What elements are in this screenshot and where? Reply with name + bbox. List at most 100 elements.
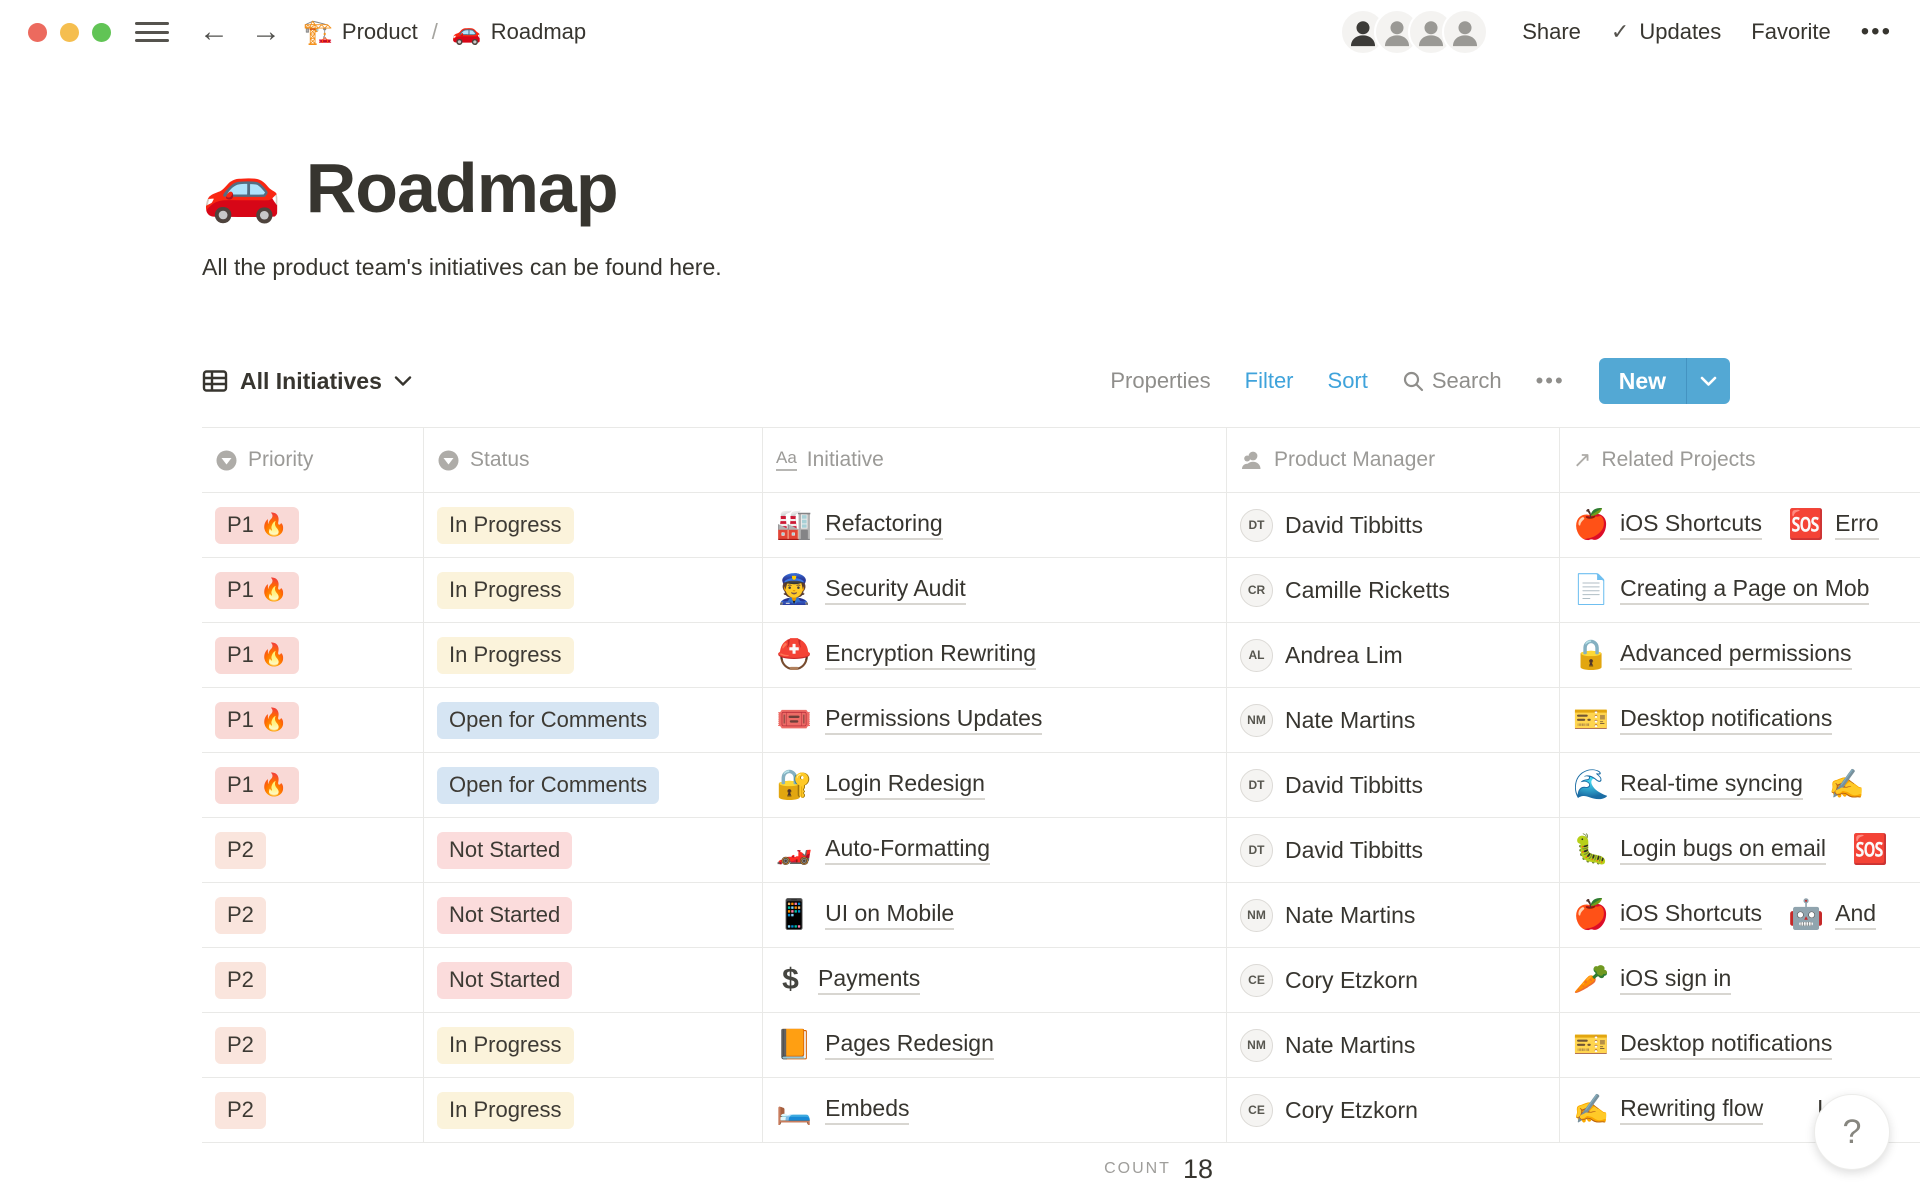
initiative-cell[interactable]: 🎟️Permissions Updates xyxy=(763,688,1227,752)
initiative-link[interactable]: Login Redesign xyxy=(825,770,985,800)
initiative-cell[interactable]: 🛏️Embeds xyxy=(763,1078,1227,1142)
initiative-link[interactable]: Auto-Formatting xyxy=(825,835,990,865)
share-button[interactable]: Share xyxy=(1522,19,1581,45)
status-cell[interactable]: In Progress xyxy=(424,558,763,622)
priority-cell[interactable]: P2 xyxy=(202,883,424,947)
initiative-link[interactable]: Pages Redesign xyxy=(825,1030,994,1060)
column-header-initiative[interactable]: Aa Initiative xyxy=(763,428,1227,492)
new-button-dropdown[interactable] xyxy=(1687,358,1730,404)
related-projects-cell[interactable]: 🐛Login bugs on email🆘 xyxy=(1560,818,1920,882)
related-project-link[interactable]: 🔒Advanced permissions xyxy=(1573,640,1852,670)
zoom-window-button[interactable] xyxy=(92,23,111,42)
initiative-cell[interactable]: 👮Security Audit xyxy=(763,558,1227,622)
product-manager-cell[interactable]: NMNate Martins xyxy=(1227,688,1560,752)
favorite-button[interactable]: Favorite xyxy=(1751,19,1830,45)
related-projects-cell[interactable]: 📄Creating a Page on Mob xyxy=(1560,558,1920,622)
initiative-link[interactable]: Refactoring xyxy=(825,510,943,540)
priority-cell[interactable]: P2 xyxy=(202,1078,424,1142)
initiative-cell[interactable]: ⛑️Encryption Rewriting xyxy=(763,623,1227,687)
priority-cell[interactable]: P2 xyxy=(202,1013,424,1077)
column-header-status[interactable]: Status xyxy=(424,428,763,492)
status-cell[interactable]: Not Started xyxy=(424,883,763,947)
status-cell[interactable]: Not Started xyxy=(424,818,763,882)
minimize-window-button[interactable] xyxy=(60,23,79,42)
related-projects-cell[interactable]: 🥕iOS sign in xyxy=(1560,948,1920,1012)
help-button[interactable]: ? xyxy=(1814,1094,1890,1170)
close-window-button[interactable] xyxy=(28,23,47,42)
breadcrumb-item-product[interactable]: 🏗️ Product xyxy=(303,18,418,47)
priority-cell[interactable]: P1 🔥 xyxy=(202,493,424,557)
status-cell[interactable]: Open for Comments xyxy=(424,688,763,752)
collaborator-avatar[interactable] xyxy=(1442,9,1488,55)
initiative-link[interactable]: UI on Mobile xyxy=(825,900,954,930)
initiative-cell[interactable]: 🏭Refactoring xyxy=(763,493,1227,557)
view-switcher[interactable]: All Initiatives xyxy=(202,368,412,395)
table-count-footer[interactable]: COUNT 18 xyxy=(202,1144,1227,1194)
priority-cell[interactable]: P1 🔥 xyxy=(202,688,424,752)
status-cell[interactable]: In Progress xyxy=(424,1013,763,1077)
column-header-related-projects[interactable]: ↗ Related Projects xyxy=(1560,428,1920,492)
priority-cell[interactable]: P1 🔥 xyxy=(202,753,424,817)
product-manager-cell[interactable]: CECory Etzkorn xyxy=(1227,1078,1560,1142)
forward-arrow-icon[interactable]: → xyxy=(251,17,281,47)
status-cell[interactable]: Not Started xyxy=(424,948,763,1012)
related-project-link[interactable]: 🍎iOS Shortcuts xyxy=(1573,900,1762,930)
initiative-cell[interactable]: 📙Pages Redesign xyxy=(763,1013,1227,1077)
related-project-link[interactable]: 🥕iOS sign in xyxy=(1573,965,1731,995)
status-cell[interactable]: In Progress xyxy=(424,1078,763,1142)
sort-button[interactable]: Sort xyxy=(1328,368,1368,394)
product-manager-cell[interactable]: NMNate Martins xyxy=(1227,1013,1560,1077)
status-cell[interactable]: In Progress xyxy=(424,623,763,687)
column-header-product-manager[interactable]: Product Manager xyxy=(1227,428,1560,492)
product-manager-cell[interactable]: CECory Etzkorn xyxy=(1227,948,1560,1012)
priority-cell[interactable]: P2 xyxy=(202,948,424,1012)
priority-cell[interactable]: P1 🔥 xyxy=(202,558,424,622)
search-button[interactable]: Search xyxy=(1402,368,1502,394)
initiative-link[interactable]: Embeds xyxy=(825,1095,909,1125)
status-cell[interactable]: Open for Comments xyxy=(424,753,763,817)
priority-cell[interactable]: P1 🔥 xyxy=(202,623,424,687)
initiative-cell[interactable]: 🔐Login Redesign xyxy=(763,753,1227,817)
related-project-link[interactable]: 🆘Erro xyxy=(1788,510,1879,540)
status-cell[interactable]: In Progress xyxy=(424,493,763,557)
related-project-link[interactable]: 🎫Desktop notifications xyxy=(1573,1030,1832,1060)
more-options-icon[interactable]: ••• xyxy=(1861,18,1892,46)
initiative-cell[interactable]: 📱UI on Mobile xyxy=(763,883,1227,947)
product-manager-cell[interactable]: ALAndrea Lim xyxy=(1227,623,1560,687)
properties-button[interactable]: Properties xyxy=(1110,368,1210,394)
product-manager-cell[interactable]: DTDavid Tibbitts xyxy=(1227,493,1560,557)
related-projects-cell[interactable]: 🎫Desktop notifications xyxy=(1560,688,1920,752)
updates-button[interactable]: ✓ Updates xyxy=(1611,19,1721,45)
priority-cell[interactable]: P2 xyxy=(202,818,424,882)
initiative-cell[interactable]: $Payments xyxy=(763,948,1227,1012)
product-manager-cell[interactable]: CRCamille Ricketts xyxy=(1227,558,1560,622)
related-project-link[interactable]: 🤖And xyxy=(1788,900,1876,930)
column-header-priority[interactable]: Priority xyxy=(202,428,424,492)
related-project-link[interactable]: 🐛Login bugs on email xyxy=(1573,835,1826,865)
related-project-link[interactable]: 🎫Desktop notifications xyxy=(1573,705,1832,735)
related-projects-cell[interactable]: 🔒Advanced permissions xyxy=(1560,623,1920,687)
back-arrow-icon[interactable]: ← xyxy=(199,17,229,47)
page-icon-car[interactable]: 🚗 xyxy=(202,156,282,220)
related-projects-cell[interactable]: 🍎iOS Shortcuts 🤖And xyxy=(1560,883,1920,947)
initiative-link[interactable]: Payments xyxy=(818,965,920,995)
related-projects-cell[interactable]: 🎫Desktop notifications xyxy=(1560,1013,1920,1077)
related-projects-cell[interactable]: 🍎iOS Shortcuts 🆘Erro xyxy=(1560,493,1920,557)
related-project-link[interactable]: 🌊Real-time syncing xyxy=(1573,770,1803,800)
related-project-link[interactable]: ✍️ xyxy=(1829,771,1865,800)
related-projects-cell[interactable]: 🌊Real-time syncing ✍️ xyxy=(1560,753,1920,817)
related-project-link[interactable]: ✍️Rewriting flow xyxy=(1573,1095,1763,1125)
collaborator-avatars[interactable] xyxy=(1340,9,1488,55)
sidebar-menu-icon[interactable] xyxy=(135,20,169,44)
product-manager-cell[interactable]: NMNate Martins xyxy=(1227,883,1560,947)
initiative-link[interactable]: Encryption Rewriting xyxy=(825,640,1036,670)
initiative-link[interactable]: Security Audit xyxy=(825,575,966,605)
initiative-cell[interactable]: 🏎️Auto-Formatting xyxy=(763,818,1227,882)
breadcrumb-item-roadmap[interactable]: 🚗 Roadmap xyxy=(452,18,586,47)
filter-button[interactable]: Filter xyxy=(1245,368,1294,394)
new-button[interactable]: New xyxy=(1599,358,1686,404)
product-manager-cell[interactable]: DTDavid Tibbitts xyxy=(1227,818,1560,882)
product-manager-cell[interactable]: DTDavid Tibbitts xyxy=(1227,753,1560,817)
related-project-link[interactable]: 📄Creating a Page on Mob xyxy=(1573,575,1869,605)
related-project-link[interactable]: 🍎iOS Shortcuts xyxy=(1573,510,1762,540)
